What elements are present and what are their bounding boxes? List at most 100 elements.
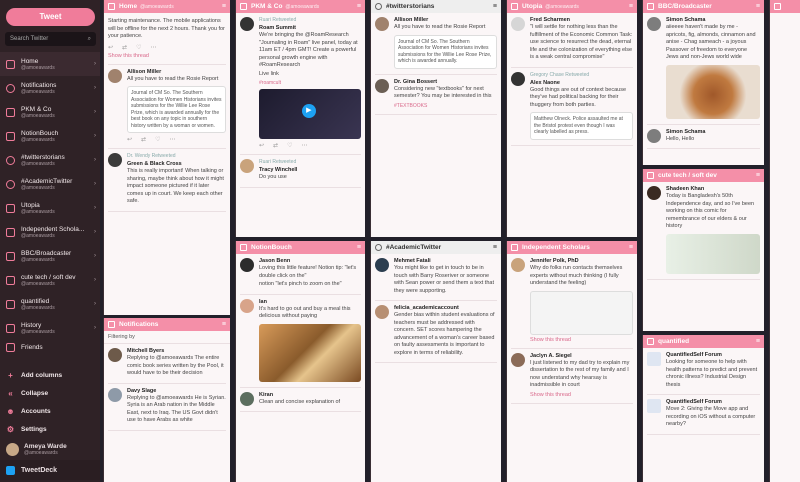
tweet[interactable]: Simon Schama Hello, Hello xyxy=(647,125,760,149)
user-handle: @amoeawards xyxy=(24,449,58,456)
tweet[interactable]: Gregory Chase Retweeted Alex Naone Good th… xyxy=(511,68,633,146)
column-header[interactable]: PKM & Co @amoeawards ≡ xyxy=(236,0,365,13)
sidebar-item-notionbouch[interactable]: NotionBouch @amoeawards › xyxy=(0,124,100,148)
avatar xyxy=(647,186,661,200)
column-settings-icon[interactable]: ≡ xyxy=(756,3,760,10)
column-header[interactable]: NotionBouch ≡ xyxy=(236,241,365,254)
sidebar-item-utopia[interactable]: Utopia @amoeawards › xyxy=(0,196,100,220)
sidebar-item-pkm[interactable]: PKM & Co @amoeawards › xyxy=(0,100,100,124)
tweet[interactable]: Simon Schama aiieeee haven't made by me -… xyxy=(647,13,760,125)
tweet[interactable]: Dr. Wendy Retweeted Green & Black Cross Th… xyxy=(108,149,226,212)
column-header[interactable]: Utopia @amoeawards ≡ xyxy=(507,0,637,13)
tweet[interactable]: Shadeen Khan Today is Bangladesh's 50th I… xyxy=(647,182,760,280)
column-header[interactable]: cute tech / soft dev ≡ xyxy=(643,169,764,182)
column-header[interactable] xyxy=(770,0,800,13)
like-icon[interactable]: ♡ xyxy=(136,44,141,51)
accounts-button[interactable]: ☻ Accounts xyxy=(0,402,100,420)
more-icon[interactable]: ⋯ xyxy=(150,44,156,51)
reply-icon[interactable]: ↩ xyxy=(259,142,264,149)
tweet[interactable]: Fred Scharmen "I will settle for nothing … xyxy=(511,13,633,68)
food-photo[interactable] xyxy=(259,323,361,382)
retweet-icon[interactable]: ⇄ xyxy=(141,136,146,143)
sidebar-item-home[interactable]: Home @amoeawards › xyxy=(0,52,100,76)
reply-icon[interactable]: ↩ xyxy=(108,44,113,51)
retweet-icon[interactable]: ⇄ xyxy=(273,142,278,149)
reply-icon[interactable]: ↩ xyxy=(127,136,132,143)
column-settings-icon[interactable]: ≡ xyxy=(222,321,226,328)
quoted-tweet[interactable]: Journal of CM So. The Southern Associati… xyxy=(127,86,226,133)
video-thumbnail[interactable]: ▶ xyxy=(259,89,361,139)
column-header[interactable]: Home @amoeawards ≡ xyxy=(104,0,230,13)
show-thread-link[interactable]: Show this thread xyxy=(530,337,633,343)
current-user[interactable]: Ameya Warde @amoeawards xyxy=(0,438,100,460)
show-thread-link[interactable]: Show this thread xyxy=(530,392,633,398)
tweet[interactable]: Allison Miller All you have to read the R… xyxy=(108,65,226,149)
tweet[interactable]: Ruari Retweeted Tracy Winchell Do you use xyxy=(240,155,361,188)
tweet[interactable]: Davy Slage Replying to @amoeawards He is … xyxy=(108,384,226,431)
image-attachment[interactable] xyxy=(666,233,760,274)
show-thread-link[interactable]: Show this thread xyxy=(108,53,226,59)
tweet[interactable]: Mehmet Fatali You might like to get in to… xyxy=(375,254,497,301)
sidebar-item-label: #AcademicTwitter xyxy=(21,177,73,185)
play-icon[interactable]: ▶ xyxy=(301,104,316,118)
tweet[interactable]: QuantifiedSelf Forum Looking for someone … xyxy=(647,348,760,395)
column-header[interactable]: #AcademicTwitter ≡ xyxy=(371,241,501,254)
column-header[interactable]: BBC/Broadcaster ≡ xyxy=(643,0,764,13)
quoted-tweet[interactable]: Matthew Olneck. Police assaulted me at t… xyxy=(530,112,633,140)
column-header[interactable]: Notifications ≡ xyxy=(104,318,230,331)
list-icon xyxy=(240,3,247,10)
sidebar-item-notifications[interactable]: Notifications @amoeawards › xyxy=(0,76,100,100)
tweet[interactable]: Allison Miller All you have to read the R… xyxy=(375,13,497,75)
search-input[interactable]: Search Twitter ⌕ xyxy=(5,32,96,46)
hashtag-link[interactable]: #roamcult xyxy=(259,80,361,86)
tweet[interactable]: Kiran Clean and concise explanation of xyxy=(240,388,361,412)
column-header[interactable]: Independent Scholars ≡ xyxy=(507,241,637,254)
like-icon[interactable]: ♡ xyxy=(287,142,292,149)
sidebar-item-independent[interactable]: Independent Schola... @amoeawards › xyxy=(0,220,100,244)
tweet-button[interactable]: Tweet xyxy=(6,8,95,26)
retweet-icon[interactable]: ⇄ xyxy=(122,44,127,51)
column-settings-icon[interactable]: ≡ xyxy=(629,244,633,251)
tweet[interactable]: Mitchell Byers Replying to @amoeawards Th… xyxy=(108,344,226,384)
column-settings-icon[interactable]: ≡ xyxy=(493,3,497,10)
sidebar-item-quantified[interactable]: quantified @amoeawards › xyxy=(0,292,100,316)
tweet[interactable]: Jaclyn A. Siegel I just listened to my da… xyxy=(511,349,633,404)
more-icon[interactable]: ⋯ xyxy=(169,136,175,143)
quoted-tweet[interactable]: Journal of CM So. The Southern Associati… xyxy=(394,34,497,69)
column-settings-icon[interactable]: ≡ xyxy=(493,244,497,251)
cake-photo[interactable] xyxy=(666,64,760,119)
column-header[interactable]: #twitterstorians ≡ xyxy=(371,0,501,13)
tweet[interactable]: Jennifer Polk, PhD Why do folks run conta… xyxy=(511,254,633,349)
more-icon[interactable]: ⋯ xyxy=(301,142,307,149)
sidebar-item-academictwitter[interactable]: #AcademicTwitter @amoeawards › xyxy=(0,172,100,196)
column-settings-icon[interactable]: ≡ xyxy=(756,338,760,345)
accounts-label: Accounts xyxy=(21,407,51,415)
tweet[interactable]: Starting maintenance. The mobile applica… xyxy=(108,13,226,65)
column-settings-icon[interactable]: ≡ xyxy=(756,172,760,179)
sidebar-item-twitterstorians[interactable]: #twitterstorians @amoeawards › xyxy=(0,148,100,172)
collapse-button[interactable]: « Collapse xyxy=(0,384,100,402)
image-attachment[interactable] xyxy=(530,290,633,335)
filter-label[interactable]: Filtering by xyxy=(104,331,230,344)
sidebar-item-history[interactable]: History @amoeawards › xyxy=(0,316,100,340)
hashtag-link[interactable]: #TEXTBOOKS xyxy=(394,103,497,109)
column-settings-icon[interactable]: ≡ xyxy=(629,3,633,10)
sidebar-item-friends[interactable]: Friends xyxy=(0,340,100,354)
tweet[interactable]: Jason Benn Loving this little feature! No… xyxy=(240,254,361,295)
like-icon[interactable]: ♡ xyxy=(155,136,160,143)
tweet[interactable]: Ruari Retweeted Roam Summit We're bringing… xyxy=(240,13,361,155)
settings-button[interactable]: ⚙ Settings xyxy=(0,420,100,438)
sidebar-item-bbc[interactable]: BBC/Broadcaster @amoeawards › xyxy=(0,244,100,268)
tweet[interactable]: Dr. Gina Bossert Considering new "textboo… xyxy=(375,75,497,115)
tweet[interactable]: QuantifiedSelf Forum Move 2: Giving the M… xyxy=(647,395,760,435)
sidebar-item-cute-tech[interactable]: cute tech / soft dev @amoeawards › xyxy=(0,268,100,292)
tweet[interactable]: felicia_academicaccount Gender bias withi… xyxy=(375,301,497,363)
tweet[interactable]: Ian It's hard to go out and buy a meal th… xyxy=(240,295,361,388)
sidebar-item-label: cute tech / soft dev xyxy=(21,273,76,281)
add-columns-button[interactable]: + Add columns xyxy=(0,366,100,384)
column-header[interactable]: quantified ≡ xyxy=(643,335,764,348)
column-settings-icon[interactable]: ≡ xyxy=(357,3,361,10)
column-settings-icon[interactable]: ≡ xyxy=(222,3,226,10)
column-quantified: quantified ≡ QuantifiedSelf Forum Looking … xyxy=(642,335,764,482)
column-settings-icon[interactable]: ≡ xyxy=(357,244,361,251)
